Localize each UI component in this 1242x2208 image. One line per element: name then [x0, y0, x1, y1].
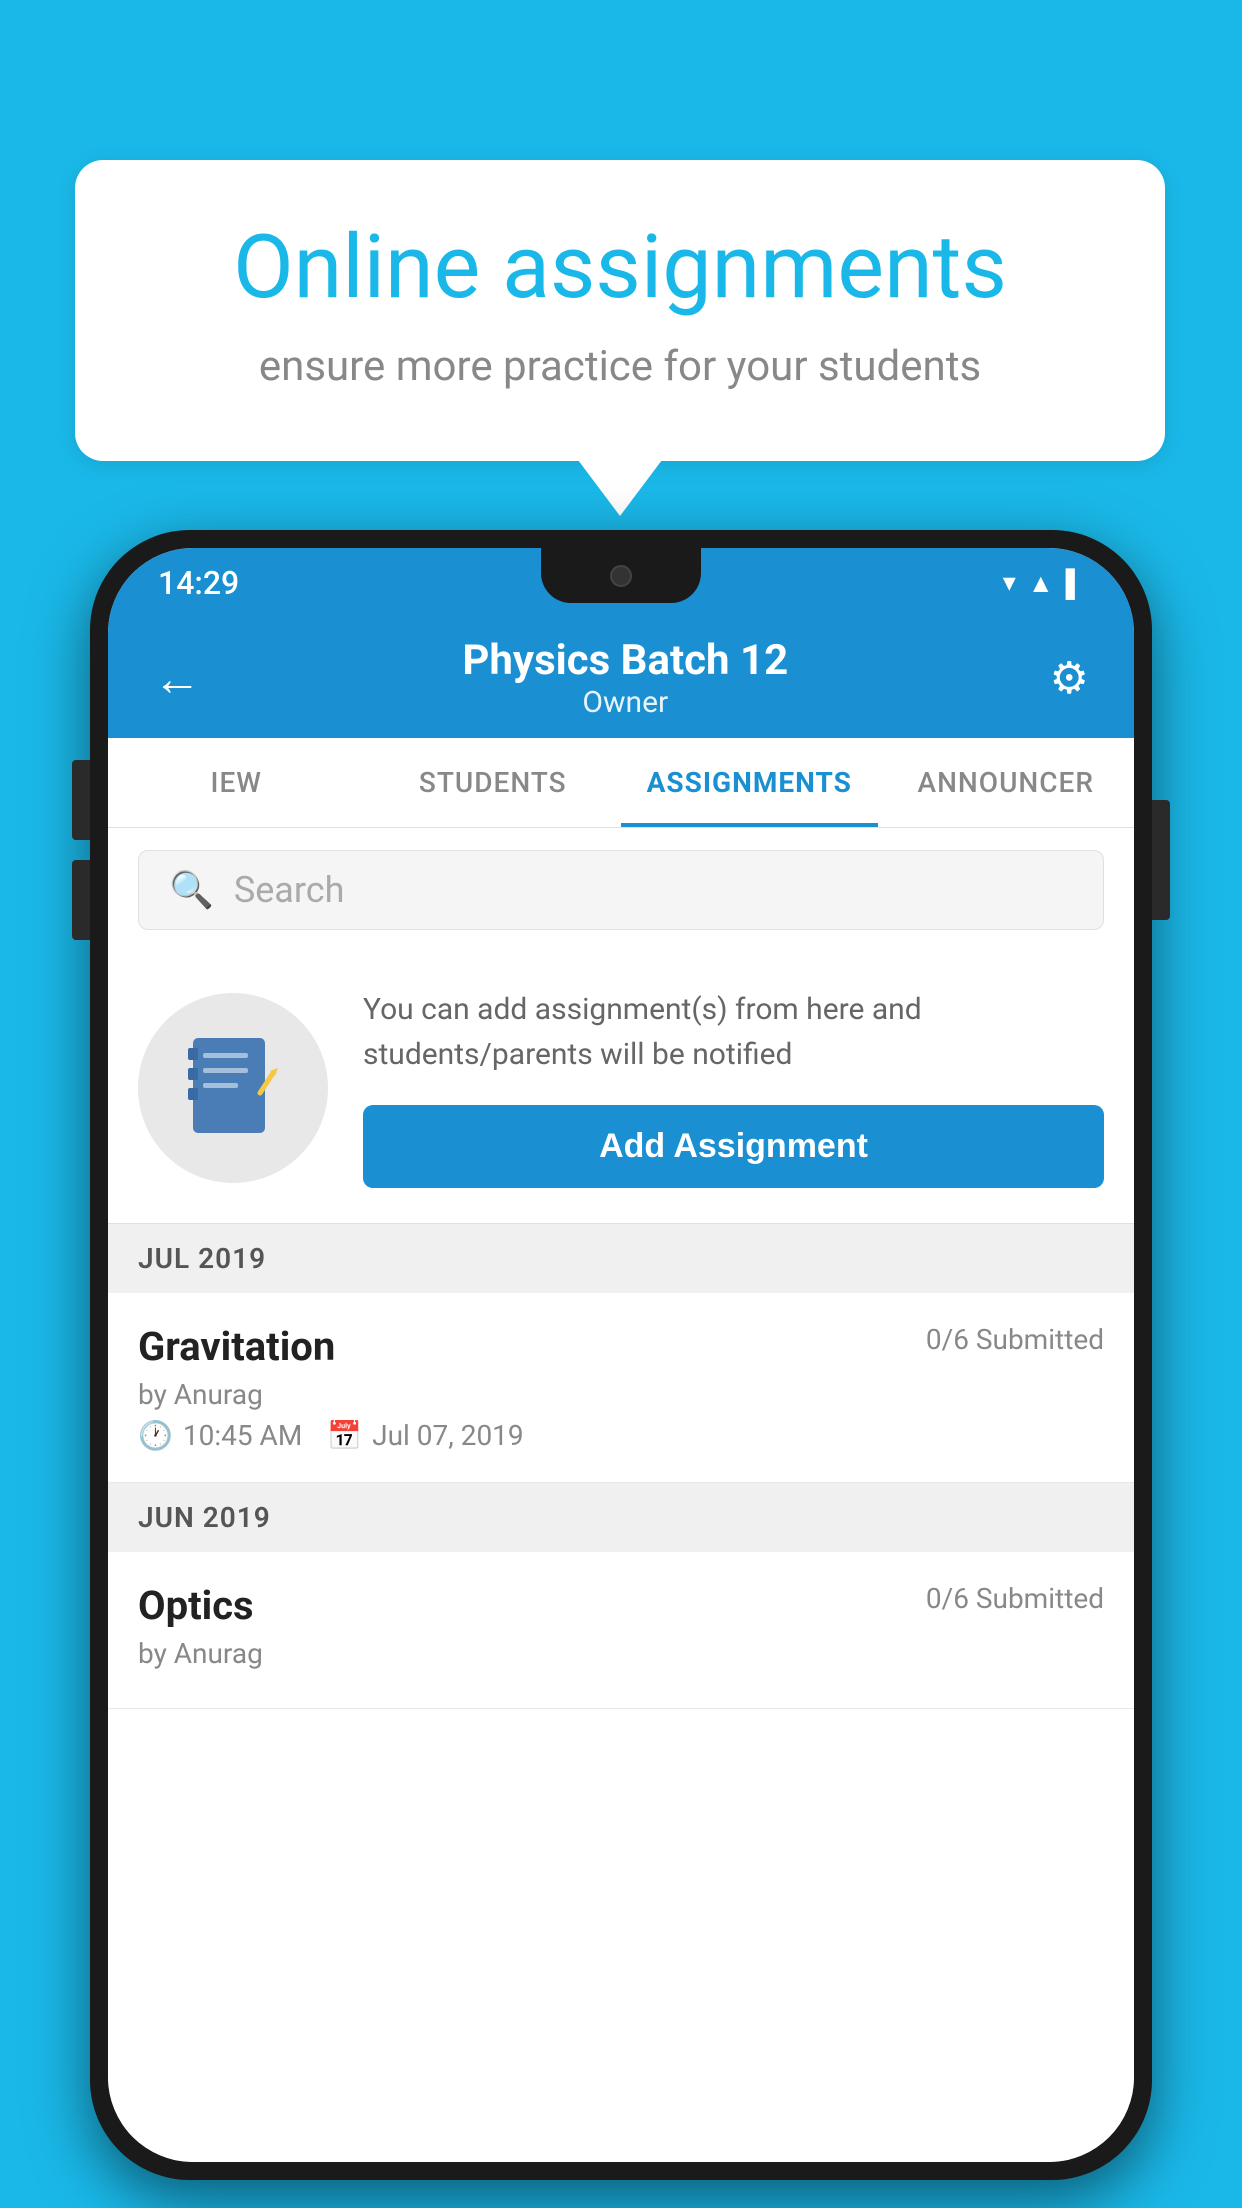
promo-icon-circle — [138, 993, 328, 1183]
tab-students[interactable]: STUDENTS — [365, 738, 622, 827]
notch — [541, 548, 701, 603]
status-time: 14:29 — [158, 564, 239, 602]
section-header-jun: JUN 2019 — [108, 1483, 1134, 1552]
wifi-icon: ▾ — [1003, 568, 1016, 598]
assignment-row1: Gravitation 0/6 Submitted — [138, 1323, 1104, 1370]
tab-iew[interactable]: IEW — [108, 738, 365, 827]
header-subtitle: Owner — [462, 685, 788, 720]
promo-card: You can add assignment(s) from here and … — [108, 952, 1134, 1224]
assignment-submitted-gravitation: 0/6 Submitted — [926, 1323, 1104, 1356]
volume-up-button — [72, 760, 90, 840]
speech-bubble-subtitle: ensure more practice for your students — [155, 342, 1085, 391]
battery-icon: ▌ — [1066, 568, 1084, 599]
add-assignment-button[interactable]: Add Assignment — [363, 1105, 1104, 1188]
section-header-jul: JUL 2019 — [108, 1224, 1134, 1293]
search-bar[interactable]: 🔍 Search — [138, 850, 1104, 930]
status-bar: 14:29 ▾ ▲ ▌ — [108, 548, 1134, 618]
speech-bubble: Online assignments ensure more practice … — [75, 160, 1165, 461]
tabs-bar: IEW STUDENTS ASSIGNMENTS ANNOUNCER — [108, 738, 1134, 828]
assignment-submitted-optics: 0/6 Submitted — [926, 1582, 1104, 1615]
header-title: Physics Batch 12 — [462, 636, 788, 685]
search-icon: 🔍 — [169, 869, 214, 911]
search-container: 🔍 Search — [108, 828, 1134, 952]
assignment-item-gravitation[interactable]: Gravitation 0/6 Submitted by Anurag 🕐 10… — [108, 1293, 1134, 1483]
speech-bubble-title: Online assignments — [155, 220, 1085, 317]
assignment-meta-optics: by Anurag — [138, 1637, 1104, 1670]
camera — [610, 565, 632, 587]
status-icons: ▾ ▲ ▌ — [1003, 568, 1084, 599]
volume-down-button — [72, 860, 90, 940]
assignment-meta-gravitation: by Anurag — [138, 1378, 1104, 1411]
assignment-time: 10:45 AM — [183, 1419, 302, 1452]
search-placeholder: Search — [234, 869, 345, 911]
assignment-date: Jul 07, 2019 — [372, 1419, 524, 1452]
content-area: 🔍 Search — [108, 828, 1134, 2162]
phone-screen: 14:29 ▾ ▲ ▌ ← Physics Batch 12 Owner ⚙ — [108, 548, 1134, 2162]
tab-assignments[interactable]: ASSIGNMENTS — [621, 738, 878, 827]
calendar-icon: 📅 — [327, 1419, 362, 1452]
datetime-date: 📅 Jul 07, 2019 — [327, 1419, 523, 1452]
speech-bubble-container: Online assignments ensure more practice … — [75, 160, 1165, 461]
assignment-name-optics: Optics — [138, 1582, 254, 1629]
promo-description: You can add assignment(s) from here and … — [363, 987, 1104, 1077]
app-header: ← Physics Batch 12 Owner ⚙ — [108, 618, 1134, 738]
clock-icon: 🕐 — [138, 1419, 173, 1452]
tab-announcements[interactable]: ANNOUNCER — [878, 738, 1135, 827]
assignment-row1-optics: Optics 0/6 Submitted — [138, 1582, 1104, 1629]
notebook-icon — [188, 1033, 278, 1143]
phone-mockup: 14:29 ▾ ▲ ▌ ← Physics Batch 12 Owner ⚙ — [90, 530, 1152, 2180]
assignment-datetime-gravitation: 🕐 10:45 AM 📅 Jul 07, 2019 — [138, 1419, 1104, 1452]
datetime-time: 🕐 10:45 AM — [138, 1419, 302, 1452]
settings-button[interactable]: ⚙ — [1050, 652, 1089, 704]
back-button[interactable]: ← — [153, 650, 201, 707]
power-button — [1152, 800, 1170, 920]
signal-icon: ▲ — [1028, 568, 1054, 599]
assignment-item-optics[interactable]: Optics 0/6 Submitted by Anurag — [108, 1552, 1134, 1709]
header-title-group: Physics Batch 12 Owner — [462, 636, 788, 720]
assignment-name-gravitation: Gravitation — [138, 1323, 335, 1370]
promo-text-area: You can add assignment(s) from here and … — [363, 987, 1104, 1188]
phone-outer: 14:29 ▾ ▲ ▌ ← Physics Batch 12 Owner ⚙ — [90, 530, 1152, 2180]
